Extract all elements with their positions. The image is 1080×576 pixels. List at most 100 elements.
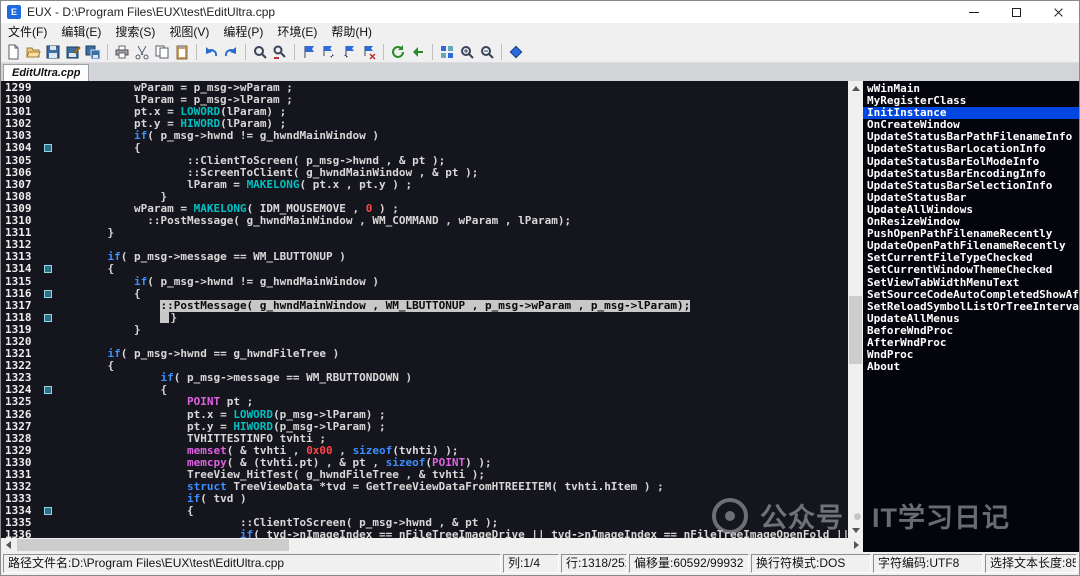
symbol-item[interactable]: BeforeWndProc (863, 325, 1079, 337)
hscrollbar-thumb[interactable] (17, 539, 289, 551)
fold-marker[interactable] (44, 386, 52, 394)
paste-button[interactable] (172, 42, 192, 62)
code-line[interactable]: 1320 (1, 336, 848, 348)
symbol-item[interactable]: OnResizeWindow (863, 216, 1079, 228)
save-all-button[interactable] (83, 42, 103, 62)
print-button[interactable] (112, 42, 132, 62)
new-file-button[interactable] (3, 42, 23, 62)
code-line[interactable]: 1299wParam = p_msg->wParam ; (1, 82, 848, 94)
line-number[interactable]: 1315 (1, 276, 37, 288)
code-line[interactable]: 1319} (1, 324, 848, 336)
code-line[interactable]: 1318} (1, 312, 848, 324)
code-line[interactable]: 1334{ (1, 505, 848, 517)
tab-editultra-cpp[interactable]: EditUltra.cpp (3, 64, 89, 81)
save-file-button[interactable] (43, 42, 63, 62)
code-line[interactable]: 1313if( p_msg->message == WM_LBUTTONUP ) (1, 251, 848, 263)
maximize-button[interactable] (995, 1, 1037, 23)
undo-button[interactable] (201, 42, 221, 62)
code-line[interactable]: 1336if( tvd->nImageIndex == nFileTreeIma… (1, 529, 848, 538)
menu-item[interactable]: 帮助(H) (324, 23, 379, 41)
code-line[interactable]: 1328TVHITTESTINFO tvhti ; (1, 433, 848, 445)
line-number[interactable]: 1317 (1, 300, 37, 312)
code-line[interactable]: 1327pt.y = HIWORD(p_msg->lParam) ; (1, 421, 848, 433)
menu-item[interactable]: 视图(V) (162, 23, 216, 41)
line-number[interactable]: 1336 (1, 529, 37, 538)
code-line[interactable]: 1301pt.x = LOWORD(lParam) ; (1, 106, 848, 118)
bookmark-next-button[interactable] (319, 42, 339, 62)
vscrollbar-thumb[interactable] (849, 296, 862, 364)
function-list[interactable]: wWinMainMyRegisterClassInitInstanceOnCre… (863, 81, 1079, 552)
symbol-item[interactable]: SetCurrentWindowThemeChecked (863, 264, 1079, 276)
redo-button[interactable] (221, 42, 241, 62)
zoom-in-button[interactable] (457, 42, 477, 62)
symbol-item[interactable]: UpdateOpenPathFilenameRecently (863, 240, 1079, 252)
symbol-item[interactable]: UpdateStatusBarEncodingInfo (863, 168, 1079, 180)
settings-button[interactable] (506, 42, 526, 62)
fold-marker[interactable] (44, 265, 52, 273)
scroll-right-button[interactable] (849, 538, 863, 552)
code-line[interactable]: 1322{ (1, 360, 848, 372)
line-number[interactable]: 1305 (1, 155, 37, 167)
line-number[interactable]: 1326 (1, 409, 37, 421)
scroll-up-button[interactable] (848, 81, 863, 96)
zoom-out-button[interactable] (477, 42, 497, 62)
bookmark-prev-button[interactable] (339, 42, 359, 62)
menu-item[interactable]: 环境(E) (270, 23, 324, 41)
code-line[interactable]: 1317::PostMessage( g_hwndMainWindow , WM… (1, 300, 848, 312)
code-line[interactable]: 1325POINT pt ; (1, 396, 848, 408)
editor-horizontal-scrollbar[interactable] (1, 538, 863, 552)
code-line[interactable]: 1300lParam = p_msg->lParam ; (1, 94, 848, 106)
code-line[interactable]: 1331TreeView_HitTest( g_hwndFileTree , &… (1, 469, 848, 481)
menu-item[interactable]: 文件(F) (1, 23, 54, 41)
code-line[interactable]: 1323if( p_msg->message == WM_RBUTTONDOWN… (1, 372, 848, 384)
fold-marker[interactable] (44, 290, 52, 298)
code-line[interactable]: 1304{ (1, 142, 848, 154)
symbol-item[interactable]: MyRegisterClass (863, 95, 1079, 107)
code-line[interactable]: 1324{ (1, 384, 848, 396)
refresh-button[interactable] (388, 42, 408, 62)
symbol-item[interactable]: UpdateStatusBarEolModeInfo (863, 156, 1079, 168)
code-line[interactable]: 1303if( p_msg->hwnd != g_hwndMainWindow … (1, 130, 848, 142)
line-number[interactable]: 1316 (1, 288, 37, 300)
code-line[interactable]: 1315if( p_msg->hwnd != g_hwndMainWindow … (1, 276, 848, 288)
line-number[interactable]: 1314 (1, 263, 37, 275)
code-line[interactable]: 1335::ClientToScreen( p_msg->hwnd , & pt… (1, 517, 848, 529)
symbol-item[interactable]: UpdateStatusBarLocationInfo (863, 143, 1079, 155)
symbol-item[interactable]: UpdateStatusBarSelectionInfo (863, 180, 1079, 192)
symbol-item[interactable]: UpdateAllMenus (863, 313, 1079, 325)
symbol-list-button[interactable] (437, 42, 457, 62)
menu-item[interactable]: 编程(P) (216, 23, 270, 41)
save-as-button[interactable] (63, 42, 83, 62)
code-line[interactable]: 1311} (1, 227, 848, 239)
code-line[interactable]: 1306::ScreenToClient( g_hwndMainWindow ,… (1, 167, 848, 179)
bookmark-clear-button[interactable] (359, 42, 379, 62)
symbol-item[interactable]: SetSourceCodeAutoCompletedShowAfter (863, 289, 1079, 301)
find-button[interactable] (250, 42, 270, 62)
minimize-button[interactable] (953, 1, 995, 23)
cut-button[interactable] (132, 42, 152, 62)
line-number[interactable]: 1328 (1, 433, 37, 445)
symbol-item[interactable]: UpdateAllWindows (863, 204, 1079, 216)
replace-button[interactable] (270, 42, 290, 62)
symbol-item[interactable]: PushOpenPathFilenameRecently (863, 228, 1079, 240)
symbol-item[interactable]: SetViewTabWidthMenuText (863, 277, 1079, 289)
code-line[interactable]: 1308} (1, 191, 848, 203)
code-line[interactable]: 1330memcpy( & (tvhti.pt) , & pt , sizeof… (1, 457, 848, 469)
menu-item[interactable]: 编辑(E) (54, 23, 108, 41)
code-line[interactable]: 1307lParam = MAKELONG( pt.x , pt.y ) ; (1, 179, 848, 191)
symbol-item[interactable]: About (863, 361, 1079, 373)
symbol-item[interactable]: WndProc (863, 349, 1079, 361)
symbol-item[interactable]: SetReloadSymbolListOrTreeIntervalMe (863, 301, 1079, 313)
code-line[interactable]: 1326pt.x = LOWORD(p_msg->lParam) ; (1, 409, 848, 421)
code-line[interactable]: 1332struct TreeViewData *tvd = GetTreeVi… (1, 481, 848, 493)
fold-marker[interactable] (44, 507, 52, 515)
go-back-button[interactable] (408, 42, 428, 62)
scroll-down-button[interactable] (848, 523, 863, 538)
line-number[interactable]: 1306 (1, 167, 37, 179)
editor-vertical-scrollbar[interactable] (848, 81, 863, 538)
fold-marker[interactable] (44, 144, 52, 152)
open-file-button[interactable] (23, 42, 43, 62)
code-line[interactable]: 1329memset( & tvhti , 0x00 , sizeof(tvht… (1, 445, 848, 457)
symbol-item[interactable]: InitInstance (863, 107, 1079, 119)
symbol-item[interactable]: SetCurrentFileTypeChecked (863, 252, 1079, 264)
